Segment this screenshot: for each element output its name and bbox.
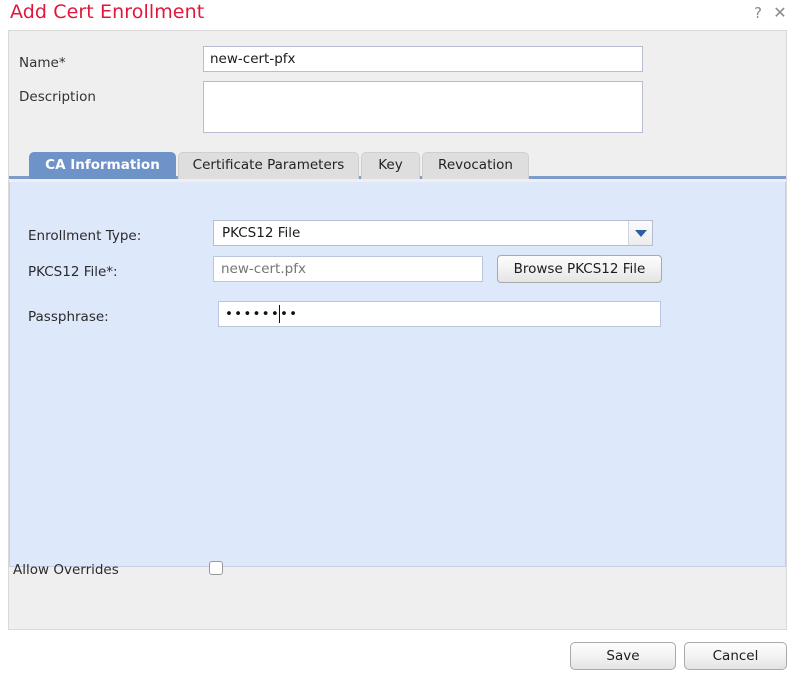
tab-certificate-parameters[interactable]: Certificate Parameters — [178, 152, 359, 179]
tab-strip: CA Information Certificate Parameters Ke… — [9, 149, 786, 179]
dialog-body-panel: Name* Description CA Information Certifi… — [8, 30, 787, 630]
description-input[interactable] — [203, 81, 643, 133]
description-label: Description — [19, 89, 96, 105]
chevron-down-icon — [635, 230, 647, 237]
allow-overrides-checkbox[interactable] — [209, 561, 223, 575]
passphrase-label: Passphrase: — [28, 309, 109, 325]
pkcs12-file-input[interactable] — [213, 256, 483, 282]
cancel-button[interactable]: Cancel — [684, 642, 787, 670]
save-button[interactable]: Save — [570, 642, 676, 670]
enrollment-type-label: Enrollment Type: — [28, 228, 142, 244]
name-label: Name* — [19, 55, 66, 71]
ca-information-panel: Enrollment Type: PKCS12 File PKCS12 File… — [9, 182, 786, 567]
dialog-title-bar: Add Cert Enrollment ? ✕ — [0, 0, 798, 30]
tab-ca-information[interactable]: CA Information — [29, 152, 176, 179]
enrollment-type-value: PKCS12 File — [222, 225, 301, 241]
enrollment-type-select[interactable]: PKCS12 File — [213, 220, 653, 246]
browse-pkcs12-file-button[interactable]: Browse PKCS12 File — [497, 255, 662, 283]
close-icon[interactable]: ✕ — [772, 4, 788, 22]
help-icon[interactable]: ? — [751, 4, 765, 22]
text-caret — [279, 305, 280, 323]
pkcs12-file-label: PKCS12 File*: — [28, 264, 118, 280]
select-arrow-box[interactable] — [628, 221, 652, 245]
allow-overrides-label: Allow Overrides — [13, 562, 119, 578]
tab-key[interactable]: Key — [361, 152, 420, 179]
page-title: Add Cert Enrollment — [10, 1, 205, 23]
name-input[interactable] — [203, 46, 643, 72]
tab-revocation[interactable]: Revocation — [422, 152, 529, 179]
passphrase-input[interactable] — [218, 301, 661, 327]
